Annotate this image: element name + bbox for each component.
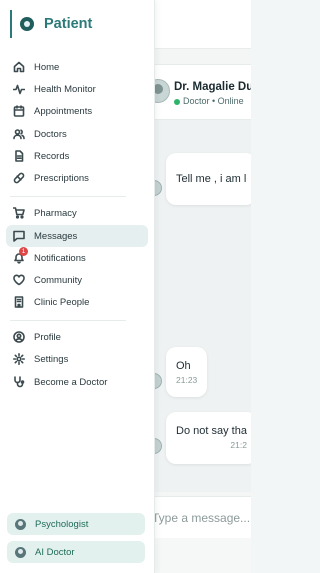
bell-icon: 1: [13, 247, 28, 264]
message-time: 21:23: [176, 375, 198, 385]
online-indicator-icon: [174, 98, 180, 105]
chat-footer: [150, 538, 251, 573]
divider: [10, 196, 126, 197]
psychologist-button[interactable]: Psychologist: [7, 513, 145, 535]
sidebar-item-notifications[interactable]: 1 Notifications: [6, 247, 148, 269]
contact-status: Doctor • Online: [174, 96, 244, 106]
sidebar-item-become-a-doctor[interactable]: Become a Doctor: [6, 371, 148, 393]
users-icon: [13, 128, 25, 140]
home-icon: [13, 61, 25, 73]
heart-icon: [13, 274, 25, 286]
file-icon: [13, 150, 25, 162]
message-text: Do not say tha: [176, 425, 247, 437]
sidebar-item-label: Prescriptions: [34, 172, 89, 184]
pill-icon: [13, 172, 25, 184]
message-composer: [150, 496, 251, 539]
calendar-icon: [13, 105, 25, 117]
psychologist-label: Psychologist: [35, 518, 89, 530]
stethoscope-icon: [13, 376, 25, 388]
brand[interactable]: Patient: [10, 10, 92, 38]
sidebar-item-home[interactable]: Home: [6, 56, 148, 78]
ai-doctor-button[interactable]: AI Doctor: [7, 541, 145, 563]
sidebar-item-label: Pharmacy: [34, 207, 77, 219]
sidebar-item-label: Settings: [34, 353, 69, 365]
message-text: Tell me , i am l: [176, 173, 247, 185]
building-icon: [13, 296, 25, 308]
contact-status-text: Doctor • Online: [183, 96, 244, 106]
activity-icon: [13, 83, 25, 95]
sidebar-item-settings[interactable]: Settings: [6, 348, 148, 370]
user-circle-icon: [13, 331, 25, 343]
sidebar-item-records[interactable]: Records: [6, 145, 148, 167]
logo-icon: [20, 17, 34, 31]
message-time: 21:2: [230, 440, 247, 450]
sidebar-item-label: Community: [34, 274, 83, 286]
message-icon: [13, 230, 25, 242]
sidebar-item-prescriptions[interactable]: Prescriptions: [6, 167, 148, 189]
sidebar-item-appointments[interactable]: Appointments: [6, 100, 148, 122]
sidebar-item-pharmacy[interactable]: Pharmacy: [6, 202, 148, 224]
brand-title: Patient: [44, 16, 93, 32]
sidebar-item-label: Home: [34, 61, 60, 73]
message-bubble: Tell me , i am l: [166, 153, 251, 205]
ai-doctor-avatar-icon: [15, 546, 26, 558]
divider: [10, 320, 126, 321]
sidebar-item-label: Messages: [34, 230, 78, 242]
sidebar-item-clinic-people[interactable]: Clinic People: [6, 291, 148, 313]
sidebar-item-label: Notifications: [34, 252, 86, 264]
message-input[interactable]: [150, 507, 251, 529]
chat-panel: Dr. Magalie Du Doctor • Online Tell me ,…: [150, 0, 251, 573]
gear-icon: [13, 353, 25, 365]
message-bubble: Oh 21:23: [166, 347, 208, 397]
sidebar-item-label: Records: [34, 150, 70, 162]
sidebar-item-messages[interactable]: Messages: [6, 225, 148, 247]
sidebar-item-label: Become a Doctor: [34, 376, 108, 388]
psychologist-avatar-icon: [15, 518, 26, 530]
sidebar-item-label: Health Monitor: [34, 83, 96, 95]
sidebar-item-profile[interactable]: Profile: [6, 326, 148, 348]
chat-topbar: [150, 0, 251, 49]
message-bubble: Do not say tha 21:2: [166, 412, 251, 464]
cart-icon: [13, 207, 25, 219]
notification-badge: 1: [19, 247, 28, 256]
sidebar-item-community[interactable]: Community: [6, 269, 148, 291]
sidebar-item-label: Doctors: [34, 128, 67, 140]
sidebar-item-doctors[interactable]: Doctors: [6, 123, 148, 145]
sidebar-item-label: Profile: [34, 331, 61, 343]
sidebar: Patient Home Health Monitor Appointments…: [0, 0, 155, 573]
message-list: Tell me , i am l Oh 21:23 Do not say tha…: [150, 120, 251, 492]
contact-name: Dr. Magalie Du: [174, 81, 251, 93]
sidebar-item-label: Clinic People: [34, 296, 90, 308]
message-text: Oh: [176, 360, 191, 372]
sidebar-item-health-monitor[interactable]: Health Monitor: [6, 78, 148, 100]
chat-header: Dr. Magalie Du Doctor • Online: [150, 64, 251, 120]
ai-doctor-label: AI Doctor: [35, 546, 75, 558]
sidebar-item-label: Appointments: [34, 105, 93, 117]
